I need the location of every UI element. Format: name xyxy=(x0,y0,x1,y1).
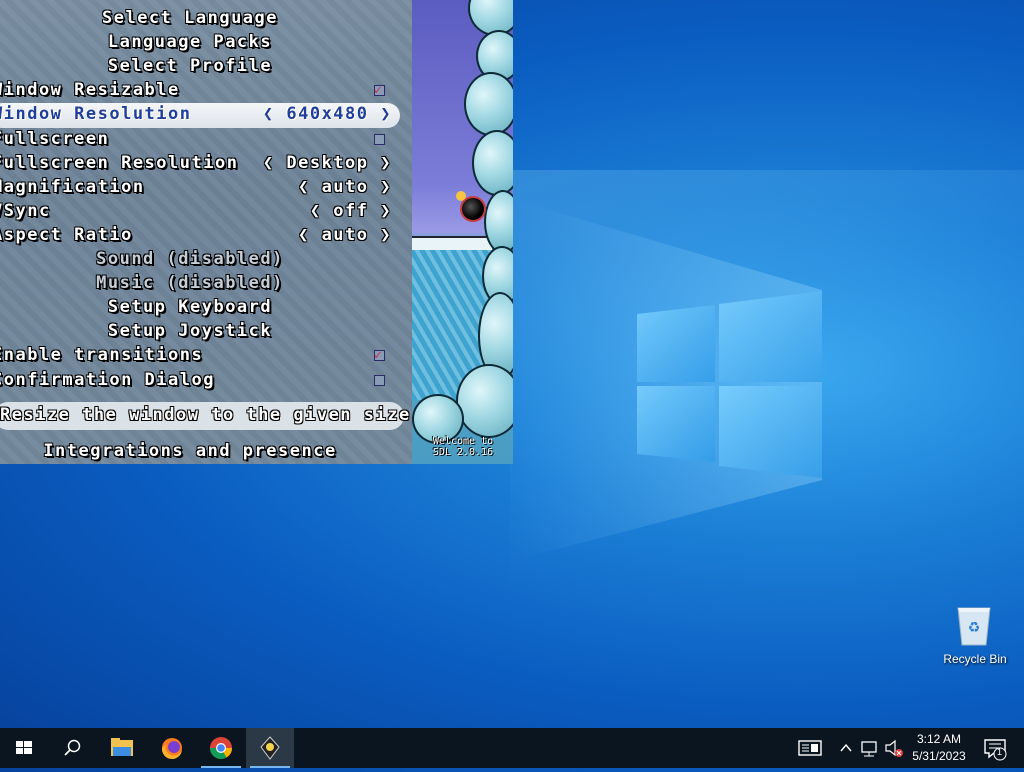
chevron-up-icon xyxy=(840,743,852,752)
menu-item-enable-transitions[interactable]: Enable transitions xyxy=(0,344,402,367)
chrome-button[interactable] xyxy=(197,728,245,768)
option-value[interactable]: ❮ auto ❯ xyxy=(298,224,392,246)
clock-date: 5/31/2023 xyxy=(912,749,966,763)
option-value-text: Desktop xyxy=(286,153,369,173)
menu-item-setup-keyboard[interactable]: Setup Keyboard xyxy=(0,296,380,318)
menu-item-music-disabled[interactable]: Music (disabled) xyxy=(0,272,380,294)
tooltip-text: Resize the window to the given size xyxy=(0,405,411,425)
menu-item-label: Select Profile xyxy=(107,56,273,76)
menu-item-label: Magnification xyxy=(0,177,145,197)
option-value-text: auto xyxy=(321,225,369,245)
checkbox-unchecked[interactable] xyxy=(374,134,385,145)
menu-item-fullscreen-resolution[interactable]: Fullscreen Resolution ❮ Desktop ❯ xyxy=(0,152,402,174)
menu-item-language-packs[interactable]: Language Packs xyxy=(0,31,380,53)
menu-item-label: Sound (disabled) xyxy=(96,249,284,269)
action-center-button[interactable]: 1 xyxy=(978,728,1018,768)
rock xyxy=(464,72,513,136)
welcome-line: Welcome to xyxy=(432,436,494,447)
volume-muted-icon xyxy=(885,739,903,757)
option-value[interactable]: ❮ off ❯ xyxy=(310,200,392,222)
integrations-button[interactable]: Integrations and presence xyxy=(0,440,380,462)
game-window[interactable]: Select Language Language Packs Select Prof… xyxy=(0,0,513,464)
taskbar-clock[interactable]: 3:12 AM 5/31/2023 xyxy=(904,731,974,765)
network-icon xyxy=(861,741,877,757)
arrow-right-icon[interactable]: ❯ xyxy=(369,177,392,197)
menu-item-label: Enable transitions xyxy=(0,345,204,365)
start-icon xyxy=(16,741,32,754)
menu-item-aspect-ratio[interactable]: Aspect Ratio ❮ auto ❯ xyxy=(0,224,402,246)
chrome-icon xyxy=(210,737,232,759)
arrow-right-icon[interactable]: ❯ xyxy=(369,153,392,173)
desktop-light-beam xyxy=(510,170,1024,590)
search-button[interactable] xyxy=(48,728,96,768)
game-scene: Welcome to SDL 2.0.16 xyxy=(412,0,513,464)
news-icon xyxy=(798,740,822,756)
menu-item-label: VSync xyxy=(0,201,51,221)
firefox-icon xyxy=(161,738,182,760)
firefox-button[interactable] xyxy=(148,728,196,768)
menu-item-label: Window Resolution xyxy=(0,104,192,124)
menu-item-label: Setup Keyboard xyxy=(107,297,273,317)
start-button[interactable] xyxy=(0,728,48,768)
arrow-right-icon[interactable]: ❯ xyxy=(369,104,392,124)
welcome-text: Welcome to SDL 2.0.16 xyxy=(414,436,512,458)
option-value-text: auto xyxy=(321,177,369,197)
menu-item-label: Fullscreen xyxy=(0,129,110,149)
network-button[interactable] xyxy=(858,728,882,768)
bomb-icon xyxy=(460,196,486,222)
menu-item-label: Confirmation Dialog xyxy=(0,370,215,390)
notification-count: 1 xyxy=(997,747,1003,757)
file-explorer-icon xyxy=(111,738,133,756)
arrow-left-icon[interactable]: ❮ xyxy=(263,153,286,173)
menu-item-label: Setup Joystick xyxy=(107,321,273,341)
clock-time: 3:12 AM xyxy=(916,732,962,746)
sdl-version: SDL 2.0.16 xyxy=(432,447,494,458)
checkbox-unchecked[interactable] xyxy=(374,375,385,386)
option-value[interactable]: ❮ 640x480 ❯ xyxy=(263,103,392,125)
file-explorer-button[interactable] xyxy=(98,728,146,768)
menu-item-label: Language Packs xyxy=(107,32,273,52)
menu-item-fullscreen[interactable]: Fullscreen xyxy=(0,128,402,150)
option-value[interactable]: ❮ auto ❯ xyxy=(298,176,392,198)
arrow-left-icon[interactable]: ❮ xyxy=(263,104,286,124)
option-value-text: off xyxy=(333,201,369,221)
menu-item-label: Music (disabled) xyxy=(96,273,284,293)
arrow-right-icon[interactable]: ❯ xyxy=(369,201,392,221)
news-widget-button[interactable] xyxy=(788,728,832,768)
menu-item-select-profile[interactable]: Select Profile xyxy=(0,55,380,77)
arrow-left-icon[interactable]: ❮ xyxy=(298,177,321,197)
rock xyxy=(472,130,513,196)
menu-item-setup-joystick[interactable]: Setup Joystick xyxy=(0,320,380,342)
option-value[interactable]: ❮ Desktop ❯ xyxy=(263,152,392,174)
menu-tooltip: Resize the window to the given size xyxy=(0,402,409,430)
recycle-bin-icon: ♻ xyxy=(957,607,991,646)
checkbox-checked[interactable] xyxy=(374,345,385,367)
rock xyxy=(456,364,513,438)
menu-item-label: Window Resizable xyxy=(0,80,180,100)
svg-text:♻: ♻ xyxy=(968,620,981,636)
menu-item-window-resolution[interactable]: Window Resolution ❮ 640x480 ❯ xyxy=(0,103,402,125)
recycle-bin[interactable]: ♻ Recycle Bin xyxy=(940,600,1010,672)
option-value-text: 640x480 xyxy=(286,104,369,124)
menu-item-vsync[interactable]: VSync ❮ off ❯ xyxy=(0,200,402,222)
recycle-bin-label: Recycle Bin xyxy=(943,652,1007,666)
menu-item-label: Fullscreen Resolution xyxy=(0,153,239,173)
menu-item-window-resizable[interactable]: Window Resizable xyxy=(0,79,402,102)
menu-item-sound-disabled[interactable]: Sound (disabled) xyxy=(0,248,380,270)
taskbar: 3:12 AM 5/31/2023 1 xyxy=(0,728,1024,768)
supertux-button[interactable] xyxy=(246,728,294,768)
search-icon xyxy=(64,739,81,756)
menu-item-confirmation-dialog[interactable]: Confirmation Dialog xyxy=(0,369,402,391)
arrow-left-icon[interactable]: ❮ xyxy=(310,201,333,221)
menu-item-magnification[interactable]: Magnification ❮ auto ❯ xyxy=(0,176,402,198)
menu-item-label: Aspect Ratio xyxy=(0,225,133,245)
checkbox-checked[interactable] xyxy=(374,80,385,102)
arrow-right-icon[interactable]: ❯ xyxy=(369,225,392,245)
show-hidden-icons-button[interactable] xyxy=(836,728,856,768)
volume-button[interactable] xyxy=(882,728,906,768)
arrow-left-icon[interactable]: ❮ xyxy=(298,225,321,245)
supertux-icon xyxy=(260,736,280,760)
menu-item-label: Select Language xyxy=(101,8,279,28)
menu-item-select-language[interactable]: Select Language xyxy=(0,7,380,29)
